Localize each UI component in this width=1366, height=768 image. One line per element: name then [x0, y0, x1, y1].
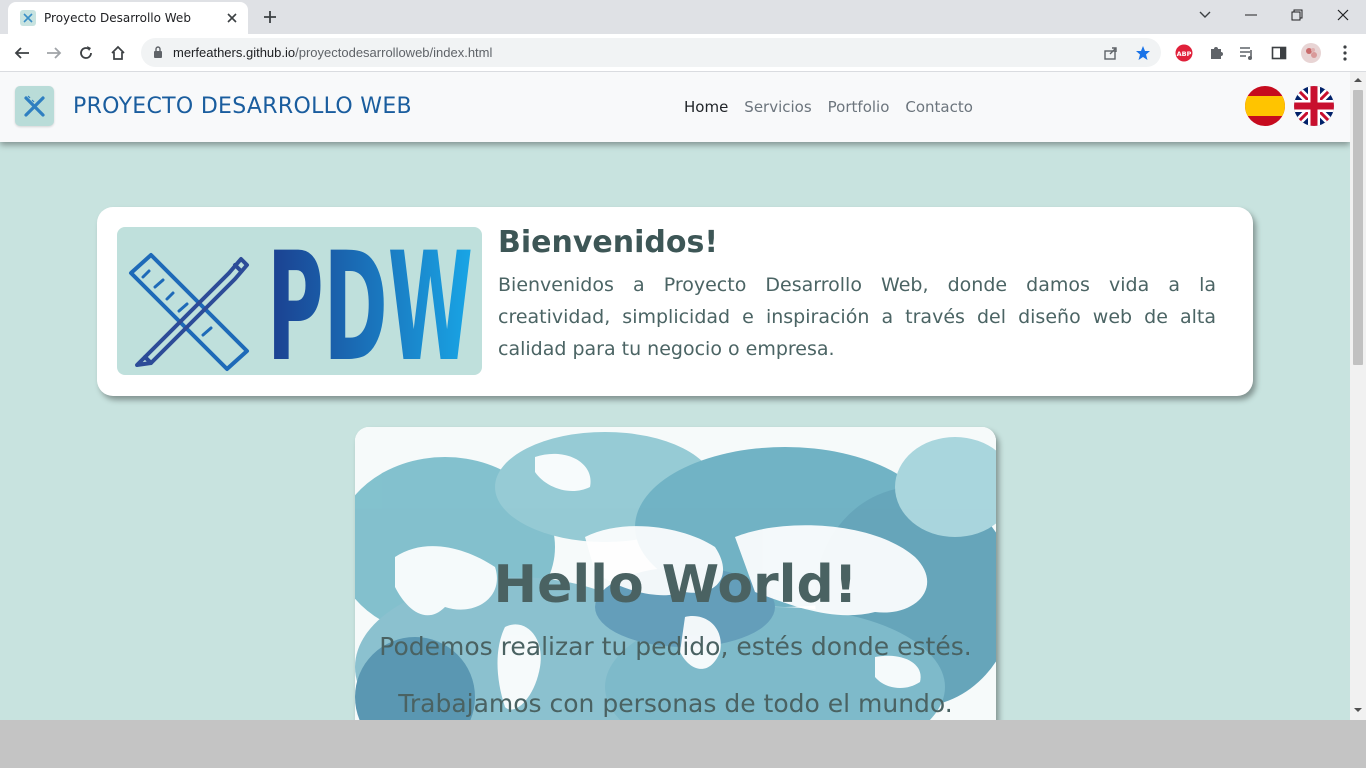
- welcome-title: Bienvenidos!: [498, 225, 719, 260]
- hello-subtitle-1: Podemos realizar tu pedido, estés donde …: [379, 632, 972, 661]
- nav-servicios-link[interactable]: Servicios: [744, 98, 811, 116]
- ruler-pencil-icon: [23, 95, 45, 117]
- browser-tabbar: Proyecto Desarrollo Web: [0, 0, 1366, 34]
- tab-close-icon[interactable]: [224, 10, 240, 26]
- site-favicon-icon: [20, 10, 36, 26]
- browser-toolbar: merfeathers.github.io/proyectodesarrollo…: [0, 34, 1366, 72]
- site-menu: Home Servicios Portfolio Contacto: [684, 98, 989, 116]
- address-bar[interactable]: merfeathers.github.io/proyectodesarrollo…: [141, 38, 1161, 67]
- page-viewport: PROYECTO DESARROLLO WEB Home Servicios P…: [0, 72, 1350, 720]
- minimize-button[interactable]: [1228, 0, 1274, 30]
- browser-tab[interactable]: Proyecto Desarrollo Web: [8, 2, 248, 34]
- reload-icon[interactable]: [72, 39, 100, 67]
- site-logo[interactable]: [15, 86, 54, 126]
- side-panel-icon[interactable]: [1269, 43, 1289, 63]
- svg-text:PDW: PDW: [267, 227, 473, 375]
- hello-title: Hello World!: [493, 555, 858, 615]
- home-icon[interactable]: [104, 39, 132, 67]
- scrollbar-thumb[interactable]: [1353, 90, 1363, 365]
- scroll-down-arrow-icon[interactable]: [1354, 706, 1362, 714]
- nav-portfolio-link[interactable]: Portfolio: [828, 98, 890, 116]
- site-brand[interactable]: PROYECTO DESARROLLO WEB: [73, 94, 412, 119]
- restore-button[interactable]: [1274, 0, 1320, 30]
- scroll-up-arrow-icon[interactable]: [1354, 76, 1362, 84]
- bookmark-star-icon[interactable]: [1133, 43, 1153, 63]
- chrome-menu-icon[interactable]: [1335, 43, 1355, 63]
- hello-world-card: Hello World! Podemos realizar tu pedido,…: [355, 427, 996, 720]
- media-queue-icon[interactable]: [1237, 43, 1257, 63]
- url-text: merfeathers.github.io/proyectodesarrollo…: [173, 45, 493, 60]
- lock-icon[interactable]: [153, 43, 163, 62]
- nav-home-link[interactable]: Home: [684, 98, 728, 116]
- desktop-bottom-strip: [0, 720, 1366, 768]
- hello-subtitle-2: Trabajamos con personas de todo el mundo…: [398, 689, 953, 718]
- page-scrollbar[interactable]: [1350, 72, 1366, 720]
- site-navbar: PROYECTO DESARROLLO WEB Home Servicios P…: [0, 72, 1350, 142]
- uk-flag-icon[interactable]: [1294, 86, 1334, 126]
- nav-contacto-link[interactable]: Contacto: [905, 98, 973, 116]
- adblock-extension-icon[interactable]: ABP: [1174, 43, 1194, 63]
- svg-text:ABP: ABP: [1177, 50, 1192, 58]
- close-window-button[interactable]: [1320, 0, 1366, 30]
- profile-avatar-icon[interactable]: [1301, 43, 1321, 63]
- pdw-logo-image: PDW: [117, 227, 482, 375]
- back-icon[interactable]: [8, 39, 36, 67]
- extensions-puzzle-icon[interactable]: [1206, 43, 1226, 63]
- forward-icon[interactable]: [40, 39, 68, 67]
- share-icon[interactable]: [1101, 43, 1121, 63]
- new-tab-button[interactable]: [256, 5, 284, 29]
- welcome-text: Bienvenidos a Proyecto Desarrollo Web, d…: [498, 274, 1216, 360]
- welcome-card: PDW Bienvenidos! Bienvenidos a Proyecto …: [97, 207, 1253, 396]
- spanish-flag-icon[interactable]: [1245, 86, 1285, 126]
- tab-title: Proyecto Desarrollo Web: [44, 11, 191, 25]
- tab-search-chevron-icon[interactable]: [1182, 0, 1228, 30]
